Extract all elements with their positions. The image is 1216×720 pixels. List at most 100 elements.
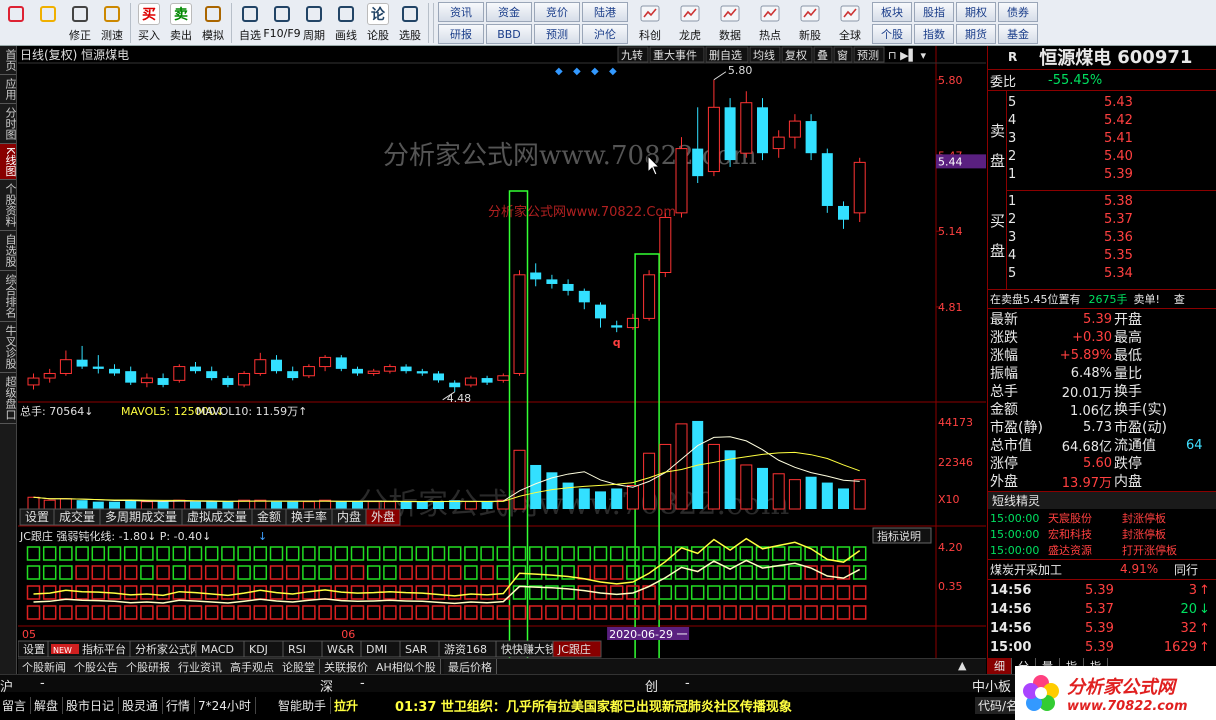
indicator-tab[interactable]: 快快赚大钱 [495,640,556,658]
toolbar-simulate-button[interactable]: 模拟 [197,1,229,45]
candle[interactable] [757,98,768,161]
candle[interactable] [173,364,186,383]
short-row[interactable]: 15:00:00 宏和科技 封涨停板 [988,526,1216,542]
sell-level-row[interactable]: 3 5.41 [1008,129,1216,147]
indicator-tab[interactable]: W&R [321,640,362,658]
left-tab-3[interactable]: K线图 [0,144,17,181]
candle[interactable] [238,371,251,388]
indicator-tab[interactable]: 设置 [17,640,49,658]
status-link[interactable]: 股灵通 [122,697,164,714]
buy-level-row[interactable]: 5 5.34 [1008,264,1216,282]
buy-level-row[interactable]: 1 5.38 [1008,192,1216,210]
buy-level-row[interactable]: 2 5.37 [1008,210,1216,228]
indicator-tab[interactable]: KDJ [243,640,284,658]
volume-tab[interactable]: 多周期成交量 [99,508,183,526]
toolbar-market-button[interactable]: 股指 [914,2,954,22]
info-tab[interactable]: 个股新闻 [18,659,71,674]
toolbar-grid-button[interactable]: 竞价 [534,2,580,22]
toolbar-watchlist-button[interactable]: 自选 [234,1,266,45]
chart-header-button[interactable]: 重大事件 [649,46,705,63]
toolbar-grid-button[interactable]: BBD [486,24,532,44]
toolbar-f10-button[interactable]: F10/F9 [263,1,301,45]
toolbar-global-button[interactable]: 全球 [830,1,870,45]
status-link[interactable]: 7*24小时 [198,697,256,714]
indicator-tab[interactable]: MACD [195,640,245,658]
short-row[interactable]: 15:00:00 天宸股份 封涨停板 [988,510,1216,526]
industry-more[interactable]: 同行 [1174,561,1198,578]
candle[interactable] [302,364,315,379]
chart-window-icons[interactable]: ⊓ ▶▌ ▾ [888,48,926,62]
toolbar-grid-button[interactable]: 资讯 [438,2,484,22]
event-diamond-icon[interactable]: ◆ [555,66,563,77]
info-collapse-icon[interactable]: ▲ [958,659,966,672]
volume-tab[interactable]: 成交量 [53,508,101,526]
buy-level-row[interactable]: 3 5.36 [1008,228,1216,246]
news-ticker[interactable]: 01:37 世卫组织：几乎所有拉美国家都已出现新冠肺炎社区传播现象 [395,696,792,715]
status-link[interactable]: 股市日记 [66,697,120,714]
kline-chart-area[interactable]: 日线(复权) 恒源煤电 九转 重大事件 删自选 均线 复权叠窗预测 ⊓ ▶▌ ▾ ◆ ◆ ◆ ◆ 分析… [17,46,986,685]
status-link[interactable]: 解盘 [34,697,64,714]
toolbar-buy-button[interactable]: 买买入 [133,1,165,45]
chart-header-button[interactable]: 九转 [617,46,649,63]
toolbar-market-button[interactable]: 期货 [956,24,996,44]
position-extra[interactable]: 查 [1174,291,1185,307]
left-tab-6[interactable]: 综合排名 [0,271,17,323]
chart-header-button[interactable]: 均线 [749,46,781,63]
event-diamond-icon[interactable]: ◆ [609,66,617,77]
info-tab[interactable]: 高手观点 [226,659,279,674]
candle[interactable] [643,270,656,321]
toolbar-grid-button[interactable]: 沪伦 [582,24,628,44]
volume-tab[interactable]: 金额 [251,508,287,526]
volume-tab[interactable]: 换手率 [285,508,333,526]
toolbar-back-button[interactable] [32,1,64,45]
left-tab-5[interactable]: 自选股 [0,231,17,272]
info-tab[interactable]: 行业资讯 [174,659,227,674]
sell-level-row[interactable]: 2 5.40 [1008,147,1216,165]
volume-tab[interactable]: 虚拟成交量 [181,508,253,526]
indicator-tab[interactable]: SAR [399,640,440,658]
left-tab-2[interactable]: 分时图 [0,104,17,144]
toolbar-sell-button[interactable]: 卖卖出 [165,1,197,45]
jc-explain-button[interactable]: 指标说明 [872,527,932,544]
event-diamond-icon[interactable]: ◆ [591,66,599,77]
chart-header-button[interactable]: 删自选 [705,46,749,63]
indicator-tab[interactable]: 分析家公式网 [129,640,201,658]
toolbar-market-button[interactable]: 债券 [998,2,1038,22]
info-tab[interactable]: 论股堂 [278,659,320,674]
toolbar-market-button[interactable]: 板块 [872,2,912,22]
left-tab-1[interactable]: 应用 [0,75,17,104]
indicator-tab[interactable]: DMI [360,640,401,658]
chart-header-button[interactable]: 复权 [781,46,813,63]
chart-header-button[interactable]: 窗 [833,46,853,63]
sell-level-row[interactable]: 4 5.42 [1008,111,1216,129]
toolbar-grid-button[interactable]: 陆港 [582,2,628,22]
chart-header-button[interactable]: 叠 [813,46,833,63]
toolbar-market-button[interactable]: 期权 [956,2,996,22]
candle[interactable] [513,270,526,376]
info-tab[interactable]: 关联报价 [320,659,373,674]
candle[interactable] [821,148,833,213]
toolbar-period-button[interactable]: 周期 [298,1,330,45]
status-link[interactable]: 行情 [166,697,196,714]
toolbar-speed-button[interactable]: 测速 [96,1,128,45]
sell-level-row[interactable]: 5 5.43 [1008,93,1216,111]
candle[interactable] [675,137,688,218]
left-tab-0[interactable]: 首页 [0,46,17,75]
info-tab[interactable]: AH相似个股 [372,659,441,674]
candle[interactable] [724,98,736,167]
toolbar-data-button[interactable]: 数据 [710,1,750,45]
toolbar-hot-button[interactable]: 热点 [750,1,790,45]
candle[interactable] [335,355,347,372]
toolbar-forum-button[interactable]: 论论股 [362,1,394,45]
toolbar-market-button[interactable]: 个股 [872,24,912,44]
indicator-tab[interactable]: NEW 指标平台 [47,640,131,658]
toolbar-grid-button[interactable]: 研报 [438,24,484,44]
info-tab[interactable]: 个股公告 [70,659,123,674]
left-tab-8[interactable]: 超级盘口 [0,373,17,425]
volume-tab[interactable]: 内盘 [331,508,367,526]
chart-header-button[interactable]: 预测 [853,46,885,63]
left-tab-4[interactable]: 个股资料 [0,180,17,232]
toolbar-market-button[interactable]: 指数 [914,24,954,44]
event-diamond-icon[interactable]: ◆ [573,66,581,77]
kline-chart-svg[interactable]: 日线(复权) 恒源煤电 九转 重大事件 删自选 均线 复权叠窗预测 ⊓ ▶▌ ▾ ◆ ◆ ◆ ◆ 分析… [17,46,986,685]
